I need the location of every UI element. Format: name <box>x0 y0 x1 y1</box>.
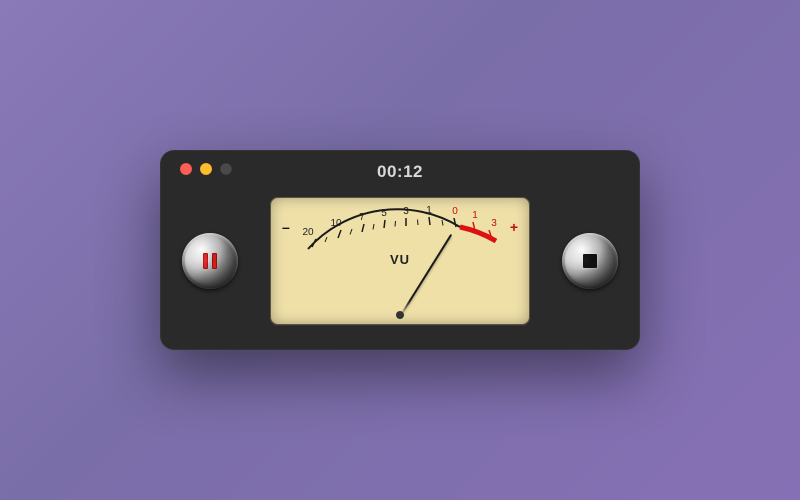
svg-text:10: 10 <box>330 218 342 229</box>
recorder-window: 00:12 <box>160 150 640 350</box>
vu-label: VU <box>270 252 530 267</box>
close-button[interactable] <box>180 163 192 175</box>
svg-text:1: 1 <box>472 210 478 221</box>
window-body: 20 10 7 5 3 1 0 1 3 – + VU <box>178 184 622 332</box>
minimize-button[interactable] <box>200 163 212 175</box>
svg-text:3: 3 <box>491 218 497 229</box>
vu-minus-sign: – <box>282 219 290 235</box>
svg-text:3: 3 <box>403 206 409 217</box>
window-controls <box>180 163 232 175</box>
pause-icon <box>203 253 217 269</box>
stop-icon <box>583 254 597 268</box>
svg-text:7: 7 <box>359 212 365 223</box>
svg-text:5: 5 <box>381 208 387 219</box>
titlebar: 00:12 <box>178 160 622 184</box>
elapsed-time: 00:12 <box>178 162 622 182</box>
vu-pivot <box>396 311 404 319</box>
svg-text:0: 0 <box>452 206 458 217</box>
pause-button[interactable] <box>182 233 238 289</box>
zoom-button[interactable] <box>220 163 232 175</box>
vu-plus-sign: + <box>510 219 518 235</box>
svg-text:1: 1 <box>426 205 432 216</box>
vu-meter: 20 10 7 5 3 1 0 1 3 – + VU <box>270 197 530 325</box>
stop-button[interactable] <box>562 233 618 289</box>
svg-text:20: 20 <box>302 227 314 238</box>
